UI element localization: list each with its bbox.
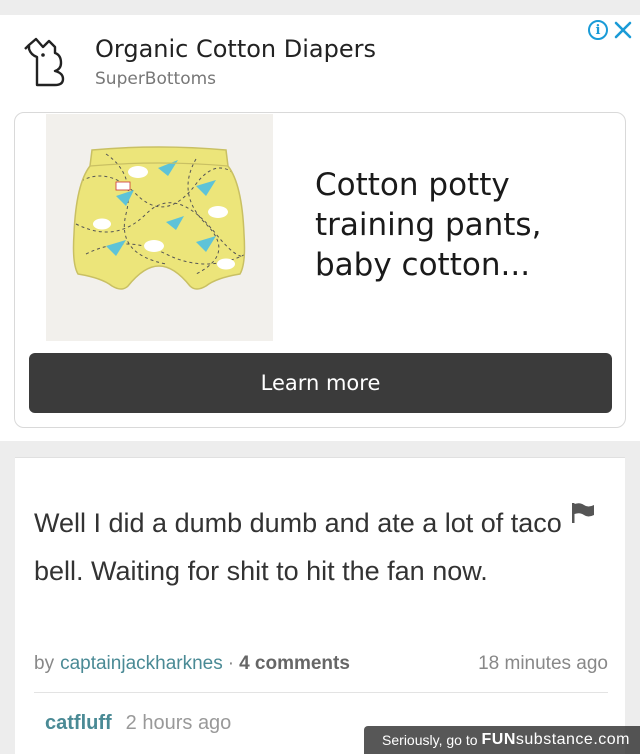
ad-creative[interactable]: Cotton potty training pants, baby cotton… — [14, 112, 626, 428]
comment-author[interactable]: catfluff — [45, 712, 112, 734]
post-text: Well I did a dumb dumb and ate a lot of … — [34, 508, 562, 586]
ad-title[interactable]: Organic Cotton Diapers — [95, 35, 376, 63]
watermark-brand-sub: substance — [515, 731, 594, 748]
post-timestamp: 18 minutes ago — [478, 653, 608, 674]
ad-choices[interactable]: i — [588, 20, 632, 40]
watermark-brand-tld: .com — [593, 731, 630, 748]
watermark-prefix: Seriously, go to — [382, 732, 478, 748]
ad-header: Organic Cotton Diapers SuperBottoms i — [0, 15, 640, 105]
product-image[interactable] — [46, 114, 273, 341]
top-strip — [0, 0, 640, 14]
comment-timestamp: 2 hours ago — [125, 712, 232, 734]
ad-advertiser[interactable]: SuperBottoms — [95, 69, 216, 89]
ad-description[interactable]: Cotton potty training pants, baby cotton… — [315, 165, 615, 285]
by-label: by — [34, 653, 55, 674]
comments-link[interactable]: 4 comments — [239, 653, 350, 675]
post-meta: by captainjackharknes · 4 comments 18 mi… — [34, 653, 608, 675]
learn-more-button[interactable]: Learn more — [29, 353, 612, 413]
author-link[interactable]: captainjackharknes — [60, 653, 223, 675]
info-icon[interactable]: i — [588, 20, 608, 40]
ad-card[interactable]: Organic Cotton Diapers SuperBottoms i Co… — [0, 15, 640, 441]
site-watermark: Seriously, go to FUNsubstance.com — [364, 726, 640, 754]
watermark-brand-bold: FUN — [481, 731, 516, 748]
bunny-logo-icon — [24, 37, 65, 87]
training-pants-illustration — [72, 146, 246, 290]
post-card: Well I did a dumb dumb and ate a lot of … — [15, 457, 625, 754]
meta-separator: · — [227, 653, 235, 674]
close-icon[interactable] — [614, 21, 632, 39]
divider — [34, 692, 608, 693]
watermark-logo: FUNsubstance.com — [482, 731, 631, 749]
flag-icon[interactable] — [570, 502, 596, 524]
